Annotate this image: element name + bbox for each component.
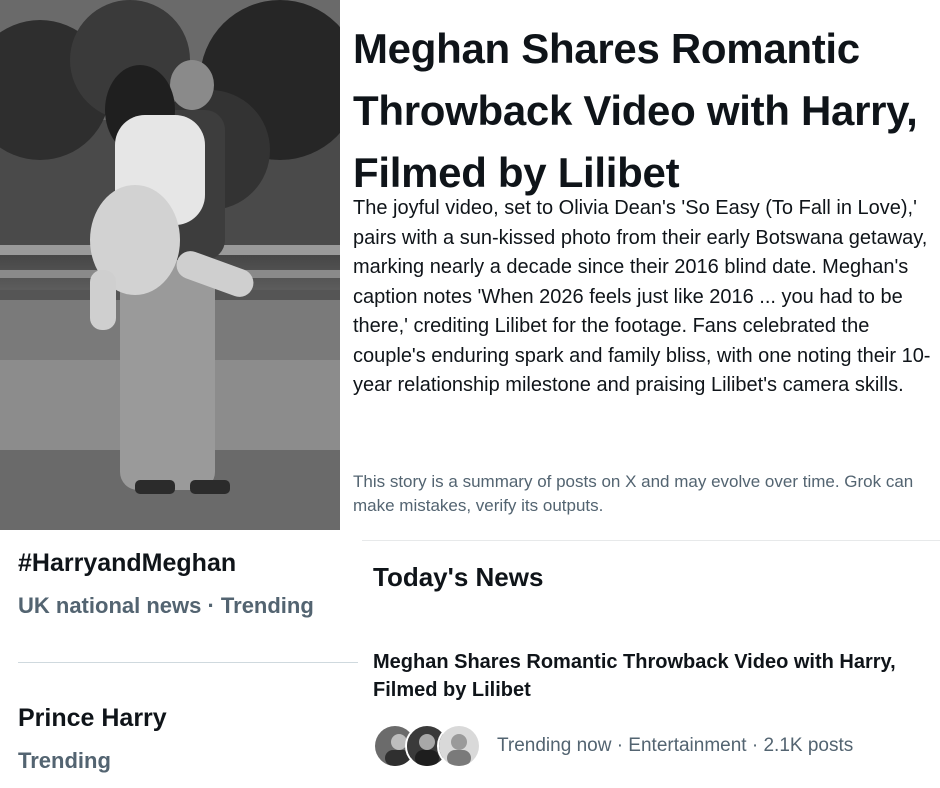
news-meta-row: Trending now · Entertainment · 2.1K post… bbox=[373, 724, 933, 768]
news-item[interactable]: Meghan Shares Romantic Throwback Video w… bbox=[373, 648, 933, 768]
trend-meta: Trending bbox=[18, 748, 111, 773]
trend-meta: UK national news · Trending bbox=[18, 593, 314, 618]
story-summary: The joyful video, set to Olivia Dean's '… bbox=[353, 197, 931, 396]
divider bbox=[362, 540, 940, 541]
todays-news-heading: Today's News bbox=[373, 562, 544, 592]
couple-hug-photo bbox=[0, 0, 340, 530]
trend-item-harryandmeghan[interactable]: #HarryandMeghan UK national news · Trend… bbox=[18, 547, 314, 621]
avatar-3-icon bbox=[437, 724, 481, 768]
story-disclaimer: This story is a summary of posts on X an… bbox=[353, 472, 914, 515]
trend-title: #HarryandMeghan bbox=[18, 549, 237, 577]
news-title: Meghan Shares Romantic Throwback Video w… bbox=[373, 651, 896, 701]
avatar-stack bbox=[373, 724, 481, 768]
trend-item-prince-harry[interactable]: Prince Harry Trending bbox=[18, 702, 167, 776]
story-photo[interactable] bbox=[0, 0, 340, 530]
trend-title: Prince Harry bbox=[18, 704, 167, 732]
divider bbox=[18, 662, 358, 663]
news-meta: Trending now · Entertainment · 2.1K post… bbox=[497, 735, 854, 756]
story-headline: Meghan Shares Romantic Throwback Video w… bbox=[353, 25, 918, 196]
